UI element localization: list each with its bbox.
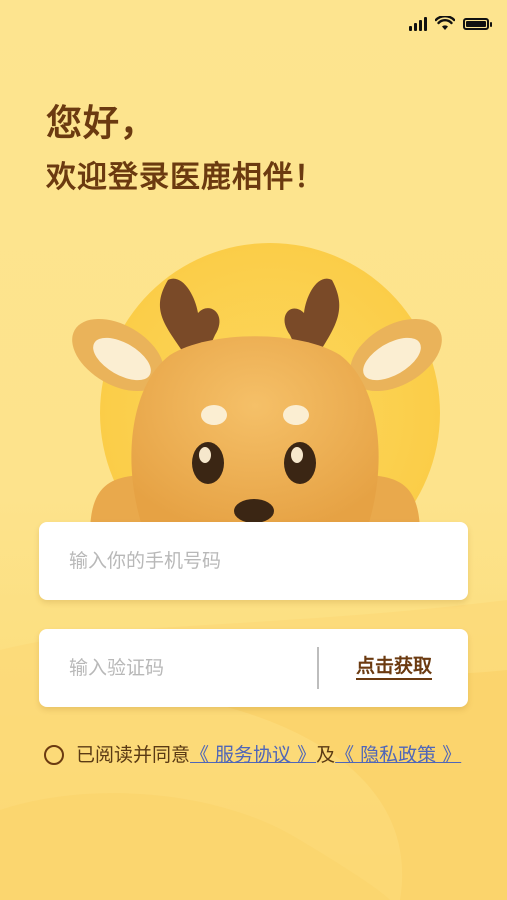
signal-icon (409, 16, 427, 31)
wave-decoration (0, 600, 507, 900)
get-code-button[interactable]: 点击获取 (355, 655, 432, 680)
agreement-text: 已阅读并同意《 服务协议 》及《 隐私政策 》 (76, 741, 466, 769)
service-agreement-link[interactable]: 《 服务协议 》 (190, 744, 316, 766)
phone-input[interactable] (69, 550, 299, 572)
greeting-subtitle: 欢迎登录医鹿相伴！ (46, 160, 325, 195)
code-input-card[interactable]: 点击获取 (39, 629, 468, 707)
agreement-joiner: 及 (316, 744, 336, 766)
greeting-title: 您好， (46, 103, 158, 144)
agree-radio[interactable] (44, 745, 64, 765)
verification-code-input[interactable] (69, 657, 299, 679)
battery-icon (463, 17, 492, 30)
privacy-policy-link[interactable]: 《 隐私政策 》 (335, 744, 461, 766)
deer-mascot (72, 243, 442, 535)
agreement-prefix: 已阅读并同意 (76, 744, 191, 766)
wifi-icon (435, 16, 455, 30)
status-bar (409, 16, 492, 31)
phone-input-card[interactable] (39, 522, 468, 600)
login-screen: 您好， 欢迎登录医鹿相伴！ 输入你的手机号码 输入验证码 点击获取 已阅读并同意… (0, 0, 507, 900)
divider (317, 647, 319, 689)
